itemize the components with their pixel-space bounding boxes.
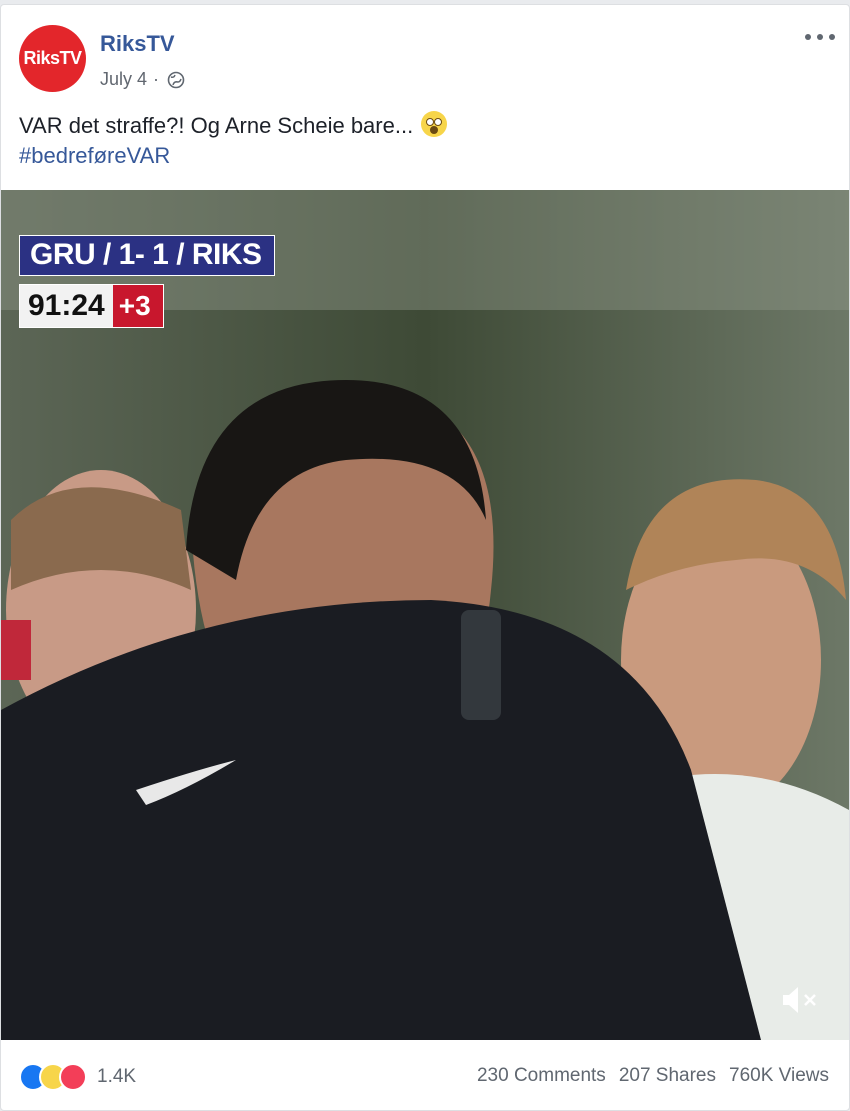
comments-count-link[interactable]: 230 Comments xyxy=(477,1065,606,1087)
engagement-stats: 230 Comments 207 Shares 760K Views xyxy=(477,1065,829,1087)
views-count: 760K Views xyxy=(729,1065,829,1086)
post-footer: 1.4K 230 Comments 207 Shares 760K Views xyxy=(1,1041,849,1110)
post-body: VAR det straffe?! Og Arne Scheie bare...… xyxy=(19,111,819,171)
post-text: VAR det straffe?! Og Arne Scheie bare... xyxy=(19,113,414,138)
page-name-link[interactable]: RiksTV xyxy=(100,31,175,57)
more-options-icon[interactable] xyxy=(805,29,835,45)
video-player[interactable]: GRU / 1- 1 / RIKS 91:24 +3 xyxy=(1,190,849,1040)
reaction-count[interactable]: 1.4K xyxy=(97,1066,136,1088)
volume-muted-icon[interactable] xyxy=(779,980,819,1020)
reactions-summary[interactable]: 1.4K xyxy=(19,1063,136,1091)
post-date[interactable]: July 4 xyxy=(100,69,147,90)
avatar-logo-text: RiksTV xyxy=(23,48,82,68)
love-reaction-icon xyxy=(59,1063,87,1091)
meta-separator: · xyxy=(153,69,160,89)
hashtag-link[interactable]: #bedreføreVAR xyxy=(19,141,819,171)
post-meta: July 4 · xyxy=(100,69,185,90)
post-card: RiksTV RiksTV July 4 · VAR det straffe?!… xyxy=(0,4,850,1111)
post-header: RiksTV RiksTV July 4 · xyxy=(1,5,849,105)
match-clock: 91:24 +3 xyxy=(19,284,164,328)
page-avatar[interactable]: RiksTV xyxy=(19,25,86,92)
globe-icon xyxy=(167,71,185,88)
scoreboard: GRU / 1- 1 / RIKS xyxy=(19,235,275,276)
match-time: 91:24 xyxy=(20,285,113,327)
screaming-in-fear-emoji xyxy=(421,111,448,137)
added-time: +3 xyxy=(112,285,163,327)
shares-count-link[interactable]: 207 Shares xyxy=(619,1065,716,1087)
